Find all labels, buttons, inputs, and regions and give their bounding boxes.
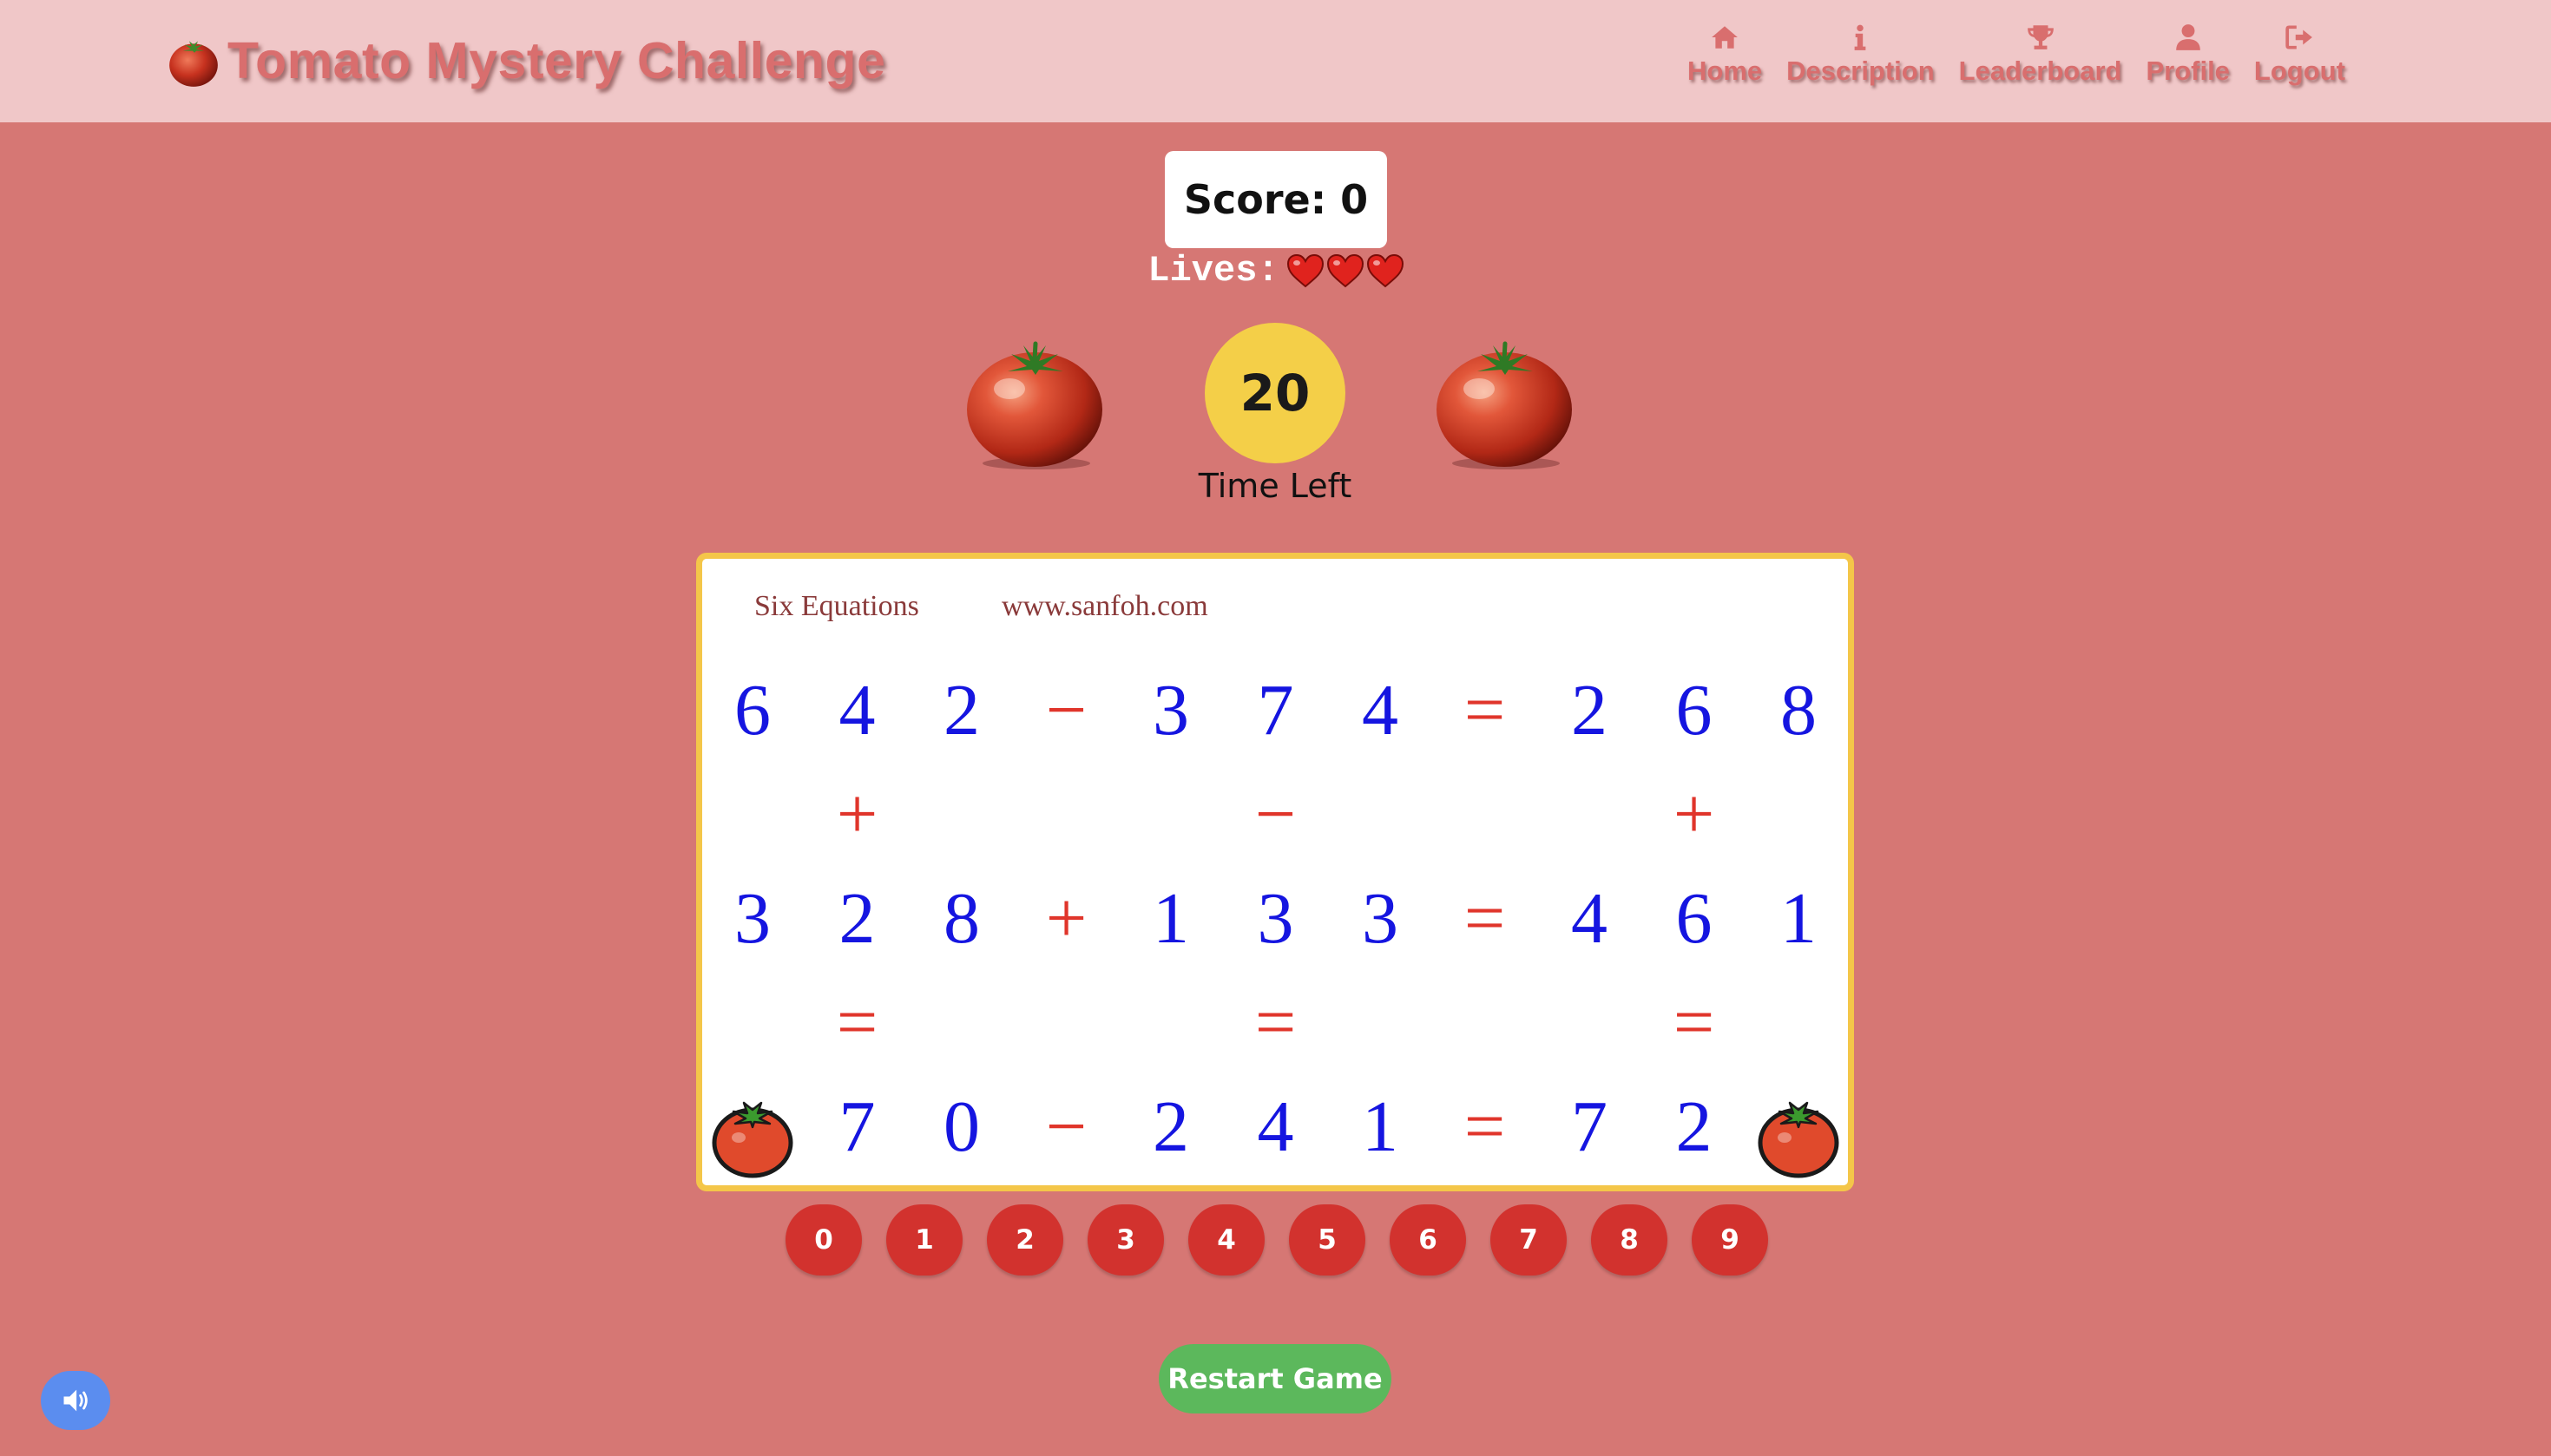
number-button-7[interactable]: 7 bbox=[1490, 1204, 1567, 1276]
trophy-icon bbox=[2027, 25, 2054, 49]
number-button-1[interactable]: 1 bbox=[886, 1204, 963, 1276]
puzzle-digit: 3 bbox=[1362, 878, 1398, 959]
tomato-icon bbox=[712, 1101, 793, 1178]
puzzle-digit: 8 bbox=[1780, 670, 1817, 751]
puzzle-operator: + bbox=[836, 774, 878, 855]
puzzle-operator: = bbox=[1254, 982, 1297, 1063]
puzzle-digit: 4 bbox=[838, 670, 876, 751]
restart-game-button[interactable]: Restart Game bbox=[1159, 1344, 1391, 1413]
puzzle-digit: 1 bbox=[1362, 1086, 1398, 1167]
puzzle-digit: 2 bbox=[1571, 670, 1608, 751]
puzzle-operator: = bbox=[836, 982, 878, 1063]
nav-logout[interactable]: Logout bbox=[2242, 23, 2357, 87]
puzzle-digit: 6 bbox=[734, 670, 771, 751]
puzzle-digit: 3 bbox=[1153, 670, 1189, 751]
puzzle-digit: 4 bbox=[1362, 670, 1398, 751]
home-icon bbox=[1712, 26, 1738, 49]
puzzle-digit: 6 bbox=[1675, 878, 1713, 959]
puzzle-digit: 0 bbox=[943, 1086, 980, 1167]
puzzle-board: Six Equations www.sanfoh.com 6 4 2−3 7 4 = 2 6 8… bbox=[696, 553, 1854, 1191]
puzzle-operator: = bbox=[1463, 878, 1506, 959]
speaker-icon bbox=[63, 1389, 88, 1412]
puzzle-digit: 3 bbox=[734, 878, 771, 959]
nav-home-label: Home bbox=[1687, 56, 1763, 86]
info-icon bbox=[1855, 24, 1866, 50]
puzzle-digit: 2 bbox=[1675, 1086, 1713, 1167]
puzzle-caption-title: Six Equations bbox=[754, 590, 919, 622]
nav-description-label: Description bbox=[1786, 56, 1935, 86]
number-button-4[interactable]: 4 bbox=[1188, 1204, 1265, 1276]
logout-icon bbox=[2285, 25, 2313, 49]
puzzle-operator: = bbox=[1673, 982, 1715, 1063]
puzzle-digit: 1 bbox=[1153, 878, 1189, 959]
nav-menu: Home Description Leaderboard Profile Log… bbox=[1675, 23, 2357, 87]
puzzle-digit: 8 bbox=[943, 878, 980, 959]
number-button-0[interactable]: 0 bbox=[786, 1204, 862, 1276]
number-buttons: 0123456789 bbox=[786, 1204, 1792, 1276]
nav-leaderboard[interactable]: Leaderboard bbox=[1947, 23, 2134, 87]
puzzle-operator: − bbox=[1045, 670, 1088, 751]
lives-display: Lives: bbox=[1142, 250, 1410, 292]
top-navbar: Tomato Mystery Challenge Home Descriptio… bbox=[0, 0, 2551, 122]
nav-leaderboard-label: Leaderboard bbox=[1958, 56, 2122, 86]
timer-label: Time Left bbox=[1198, 467, 1352, 505]
heart-icon bbox=[1326, 253, 1364, 288]
puzzle-digit: 2 bbox=[1153, 1086, 1189, 1167]
puzzle-operator: + bbox=[1673, 774, 1715, 855]
number-button-8[interactable]: 8 bbox=[1591, 1204, 1667, 1276]
puzzle-operator: − bbox=[1045, 1086, 1088, 1167]
puzzle-digit: 6 bbox=[1675, 670, 1713, 751]
brand[interactable]: Tomato Mystery Challenge bbox=[165, 31, 885, 90]
number-button-6[interactable]: 6 bbox=[1390, 1204, 1466, 1276]
timer-value: 20 bbox=[1205, 323, 1345, 463]
sound-toggle-button[interactable] bbox=[41, 1371, 110, 1430]
hearts bbox=[1286, 253, 1404, 288]
puzzle-digit: 7 bbox=[1257, 670, 1294, 751]
puzzle-digit: 4 bbox=[1257, 1086, 1294, 1167]
number-button-2[interactable]: 2 bbox=[987, 1204, 1063, 1276]
puzzle-operator: = bbox=[1463, 1086, 1506, 1167]
nav-description[interactable]: Description bbox=[1774, 23, 1947, 87]
puzzle-operator: = bbox=[1463, 670, 1506, 751]
puzzle-digit: 4 bbox=[1571, 878, 1608, 959]
puzzle-operator: + bbox=[1045, 878, 1088, 959]
puzzle-digit: 2 bbox=[838, 878, 876, 959]
tomato-icon bbox=[169, 41, 218, 87]
user-icon bbox=[2175, 24, 2200, 50]
nav-profile[interactable]: Profile bbox=[2134, 23, 2241, 87]
puzzle-digit: 2 bbox=[943, 670, 980, 751]
number-button-5[interactable]: 5 bbox=[1289, 1204, 1365, 1276]
heart-icon bbox=[1286, 253, 1324, 288]
nav-home[interactable]: Home bbox=[1675, 23, 1774, 87]
heart-icon bbox=[1366, 253, 1404, 288]
puzzle-caption-url: www.sanfoh.com bbox=[1002, 590, 1208, 622]
puzzle-digit: 7 bbox=[838, 1086, 876, 1167]
puzzle-digit: 7 bbox=[1571, 1086, 1608, 1167]
app-title: Tomato Mystery Challenge bbox=[227, 32, 886, 89]
puzzle-digit: 1 bbox=[1780, 878, 1817, 959]
puzzle-digit: 3 bbox=[1257, 878, 1294, 959]
score-display: Score: 0 bbox=[1165, 151, 1387, 248]
nav-logout-label: Logout bbox=[2253, 56, 2345, 86]
tomato-icon bbox=[1758, 1101, 1839, 1178]
puzzle-operator: − bbox=[1254, 774, 1297, 855]
number-button-9[interactable]: 9 bbox=[1692, 1204, 1768, 1276]
nav-profile-label: Profile bbox=[2146, 56, 2230, 86]
number-button-3[interactable]: 3 bbox=[1088, 1204, 1164, 1276]
lives-label: Lives: bbox=[1147, 250, 1279, 292]
tomato-image-right bbox=[1437, 341, 1572, 469]
tomato-image-left bbox=[967, 341, 1102, 469]
